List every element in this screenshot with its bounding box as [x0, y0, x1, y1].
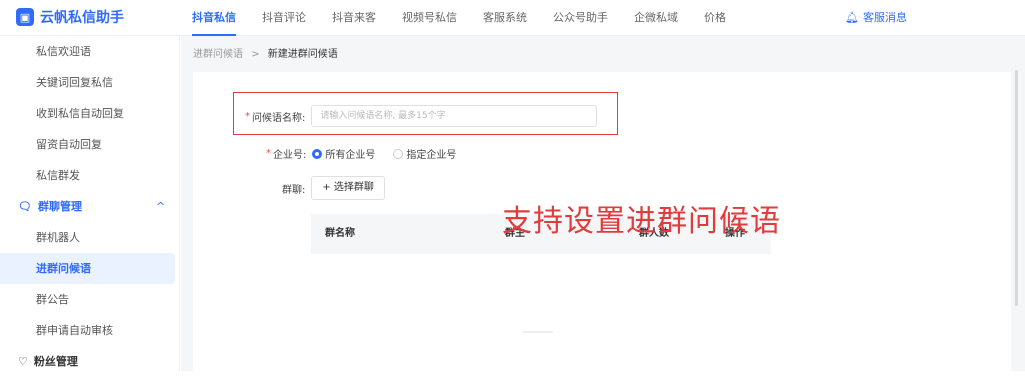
sidebar-group-label: 粉丝管理: [33, 355, 78, 368]
sidebar-item-group-bot[interactable]: 群机器人: [0, 222, 179, 253]
radio-dot-selected: [312, 148, 323, 159]
nav-tab-official-account[interactable]: 公众号助手: [553, 0, 608, 36]
sidebar-item-auto-reply[interactable]: 收到私信自动回复: [0, 98, 179, 129]
empty-placeholder: [523, 331, 553, 333]
greeting-name-input[interactable]: 请输入问候语名称, 最多15个字: [311, 105, 598, 127]
top-bar: ▣ 云帆私信助手 抖音私信 抖音评论 抖音来客 视频号私信 客服系统 公众号助手…: [0, 0, 1025, 36]
service-message-link[interactable]: 🔔︎ 客服消息: [845, 0, 907, 36]
sidebar-group-chat-management[interactable]: 🗨︎ 群聊管理 ^: [0, 191, 179, 222]
sidebar-item-keyword-reply[interactable]: 关键词回复私信: [0, 67, 179, 98]
chevron-up-icon: ^: [156, 200, 166, 213]
heart-icon: ♡: [18, 355, 28, 368]
greeting-name-row: * 问候语名称: 请输入问候语名称, 最多15个字: [245, 105, 598, 127]
nav-tab-douyin-comments[interactable]: 抖音评论: [262, 0, 306, 36]
nav-tab-video-dm[interactable]: 视频号私信: [402, 0, 457, 36]
enterprise-label: 企业号:: [273, 150, 307, 161]
service-message-label: 客服消息: [862, 11, 907, 24]
sidebar-item-group-auto-approve[interactable]: 群申请自动审核: [0, 315, 179, 346]
app-logo[interactable]: ▣ 云帆私信助手: [16, 7, 124, 27]
breadcrumb-current: 新建进群问候语: [267, 49, 338, 60]
column-header-group-name: 群名称: [325, 228, 355, 239]
breadcrumb-parent[interactable]: 进群问候语: [193, 49, 243, 60]
bell-icon: 🔔︎: [845, 11, 859, 24]
nav-tab-customer-service[interactable]: 客服系统: [483, 0, 527, 36]
breadcrumb-separator: >: [251, 49, 260, 60]
chat-bubble-icon: 🗨︎: [18, 200, 32, 213]
sidebar-group-label: 群聊管理: [37, 200, 82, 213]
sidebar-item-lead-reply[interactable]: 留资自动回复: [0, 129, 179, 160]
radio-all-enterprise[interactable]: 所有企业号: [312, 146, 375, 161]
enterprise-row: * 企业号: 所有企业号 指定企业号: [266, 146, 468, 161]
nav-tab-pricing[interactable]: 价格: [704, 0, 726, 36]
sidebar: 私信欢迎语 关键词回复私信 收到私信自动回复 留资自动回复 私信群发 🗨︎ 群聊…: [0, 36, 180, 371]
select-group-button[interactable]: + 选择群聊: [311, 176, 385, 200]
main-content: 进群问候语 > 新建进群问候语 * 问候语名称: 请输入问候语名称, 最多15个…: [181, 36, 1025, 371]
sidebar-item-group-greeting[interactable]: 进群问候语: [0, 253, 175, 284]
sidebar-item-group-notice[interactable]: 群公告: [0, 284, 179, 315]
nav-tab-wecom[interactable]: 企微私域: [634, 0, 678, 36]
scrollbar[interactable]: [1015, 70, 1018, 306]
sidebar-item-dm-welcome[interactable]: 私信欢迎语: [0, 36, 179, 67]
form-panel: * 问候语名称: 请输入问候语名称, 最多15个字 * 企业号: 所有企业号 指…: [193, 72, 1011, 371]
annotation-caption: 支持设置进群问候语: [502, 204, 781, 239]
greeting-name-label: 问候语名称:: [252, 112, 306, 124]
group-row: 群聊: + 选择群聊: [282, 176, 385, 200]
sidebar-item-dm-broadcast[interactable]: 私信群发: [0, 160, 179, 191]
nav-tab-douyin-dm[interactable]: 抖音私信: [192, 0, 236, 36]
app-title: 云帆私信助手: [40, 10, 124, 26]
radio-dot: [393, 148, 404, 159]
radio-specific-enterprise[interactable]: 指定企业号: [393, 146, 456, 161]
required-mark: *: [266, 148, 271, 159]
group-label: 群聊:: [282, 184, 306, 196]
sidebar-group-fans[interactable]: ♡ 粉丝管理: [0, 346, 179, 377]
breadcrumb: 进群问候语 > 新建进群问候语: [193, 45, 338, 60]
required-mark: *: [245, 110, 250, 122]
radio-label: 所有企业号: [325, 150, 376, 161]
nav-tab-douyin-visitors[interactable]: 抖音来客: [332, 0, 376, 36]
app-logo-icon: ▣: [16, 8, 34, 26]
radio-label: 指定企业号: [406, 150, 457, 161]
top-nav: 抖音私信 抖音评论 抖音来客 视频号私信 客服系统 公众号助手 企微私域 价格: [192, 0, 752, 36]
